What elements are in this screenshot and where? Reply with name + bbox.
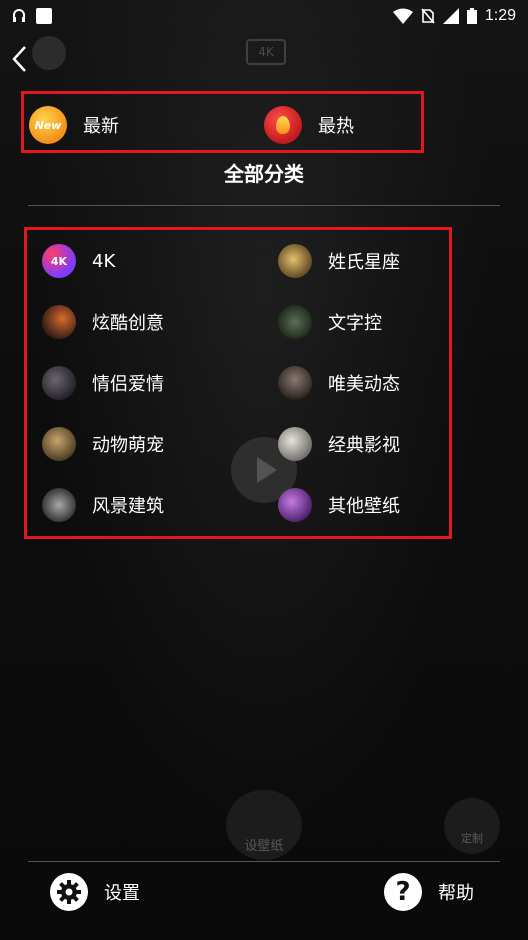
tab-hottest[interactable]: 最热 — [264, 106, 354, 144]
category-label: 炫酷创意 — [92, 313, 164, 334]
headset-icon — [13, 9, 25, 22]
other-thumbnail — [278, 488, 312, 522]
section-title: 全部分类 — [224, 162, 304, 186]
couple-thumbnail — [42, 366, 76, 400]
category-label: 4K — [92, 250, 116, 272]
signal-icon — [442, 8, 459, 24]
battery-icon — [466, 8, 477, 24]
top-tabs-highlight: New 最新 最热 — [21, 91, 424, 153]
category-item-animals-pets[interactable]: 动物萌宠 — [42, 427, 164, 461]
text-thumbnail — [278, 305, 312, 339]
category-item-classic-movies[interactable]: 经典影视 — [278, 427, 400, 461]
category-label: 经典影视 — [328, 435, 400, 456]
no-sim-icon — [421, 8, 435, 24]
landscape-thumbnail — [42, 488, 76, 522]
category-item-aesthetic-dynamic[interactable]: 唯美动态 — [278, 366, 400, 400]
category-label: 动物萌宠 — [92, 435, 164, 456]
background-set-wallpaper-button: 设壁纸 — [226, 790, 302, 860]
wifi-icon — [392, 8, 413, 24]
background-4k-badge: 4K — [246, 39, 286, 65]
section-divider — [28, 205, 500, 206]
category-label: 其他壁纸 — [328, 496, 400, 517]
tab-newest-label: 最新 — [83, 116, 119, 137]
category-item-text[interactable]: 文字控 — [278, 305, 382, 339]
aesthetic-thumbnail — [278, 366, 312, 400]
creative-thumbnail — [42, 305, 76, 339]
movies-thumbnail — [278, 427, 312, 461]
zodiac-thumbnail — [278, 244, 312, 278]
animals-thumbnail — [42, 427, 76, 461]
categories-highlight: 4K 4K 姓氏星座 炫酷创意 文字控 情侣爱情 唯美动态 动物萌宠 经典影视 … — [24, 227, 452, 539]
category-item-surname-zodiac[interactable]: 姓氏星座 — [278, 244, 400, 278]
chevron-left-icon — [12, 46, 26, 72]
background-custom-button: 定制 — [444, 798, 500, 854]
category-item-other-wallpapers[interactable]: 其他壁纸 — [278, 488, 400, 522]
status-time: 1:29 — [484, 7, 516, 24]
status-bar: 1:29 — [0, 0, 528, 32]
square-notification-icon — [36, 8, 52, 24]
background-menu-icon — [32, 36, 66, 70]
settings-button[interactable]: 设置 — [50, 873, 140, 911]
category-item-couple-love[interactable]: 情侣爱情 — [42, 366, 164, 400]
category-item-cool-creative[interactable]: 炫酷创意 — [42, 305, 164, 339]
gear-icon — [50, 873, 88, 911]
category-item-4k[interactable]: 4K 4K — [42, 244, 115, 278]
help-icon: ? — [384, 873, 422, 911]
settings-label: 设置 — [104, 883, 140, 904]
flame-icon — [264, 106, 302, 144]
4k-icon: 4K — [42, 244, 76, 278]
help-label: 帮助 — [438, 883, 474, 904]
tab-newest[interactable]: New 最新 — [29, 106, 119, 144]
category-label: 姓氏星座 — [328, 252, 400, 273]
tab-hottest-label: 最热 — [318, 116, 354, 137]
category-label: 情侣爱情 — [92, 374, 164, 395]
help-button[interactable]: ? 帮助 — [384, 873, 474, 911]
category-item-landscape-architecture[interactable]: 风景建筑 — [42, 488, 164, 522]
category-label: 文字控 — [328, 313, 382, 334]
category-label: 风景建筑 — [92, 496, 164, 517]
back-button[interactable] — [8, 44, 30, 74]
category-label: 唯美动态 — [328, 374, 400, 395]
new-badge-icon: New — [29, 106, 67, 144]
footer-divider — [28, 861, 500, 862]
